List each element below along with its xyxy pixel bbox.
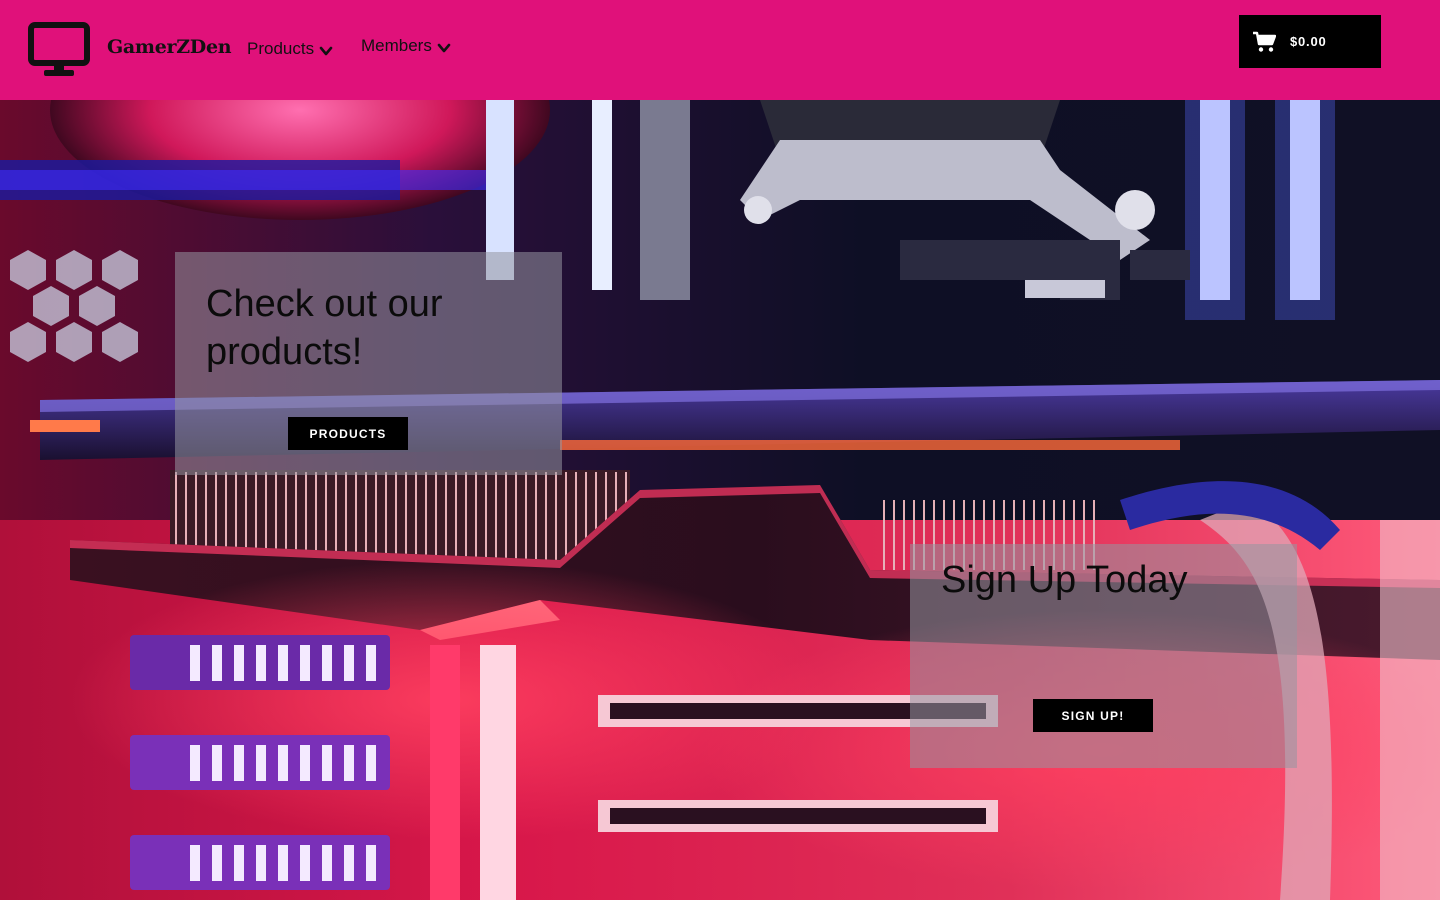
signup-button[interactable]: SIGN UP! — [1033, 699, 1153, 732]
cart-total: $0.00 — [1290, 34, 1327, 49]
monitor-icon — [28, 22, 90, 76]
site-header: GamerZDen Products Members $0.00 — [0, 0, 1440, 100]
nav-members-menu[interactable]: Members — [361, 36, 451, 56]
brand-name[interactable]: GamerZDen — [107, 36, 232, 58]
signup-heading: Sign Up Today — [941, 559, 1188, 601]
hero-background-image — [0, 100, 1440, 900]
products-heading: Check out our products! — [206, 283, 443, 373]
chevron-down-icon — [319, 46, 333, 55]
nav-members-label: Members — [361, 36, 432, 55]
cart-icon — [1253, 31, 1276, 52]
signup-promo-card: Sign Up Today SIGN UP! — [910, 544, 1297, 768]
chevron-down-icon — [437, 43, 451, 52]
cart-button[interactable]: $0.00 — [1239, 15, 1381, 68]
logo-link[interactable] — [28, 22, 90, 78]
products-promo-card: Check out our products! PRODUCTS — [175, 252, 562, 475]
nav-products-label: Products — [247, 39, 315, 58]
products-button[interactable]: PRODUCTS — [288, 417, 408, 450]
nav-products-menu[interactable]: Products — [247, 39, 333, 59]
hero-section: Check out our products! PRODUCTS Sign Up… — [0, 100, 1440, 900]
